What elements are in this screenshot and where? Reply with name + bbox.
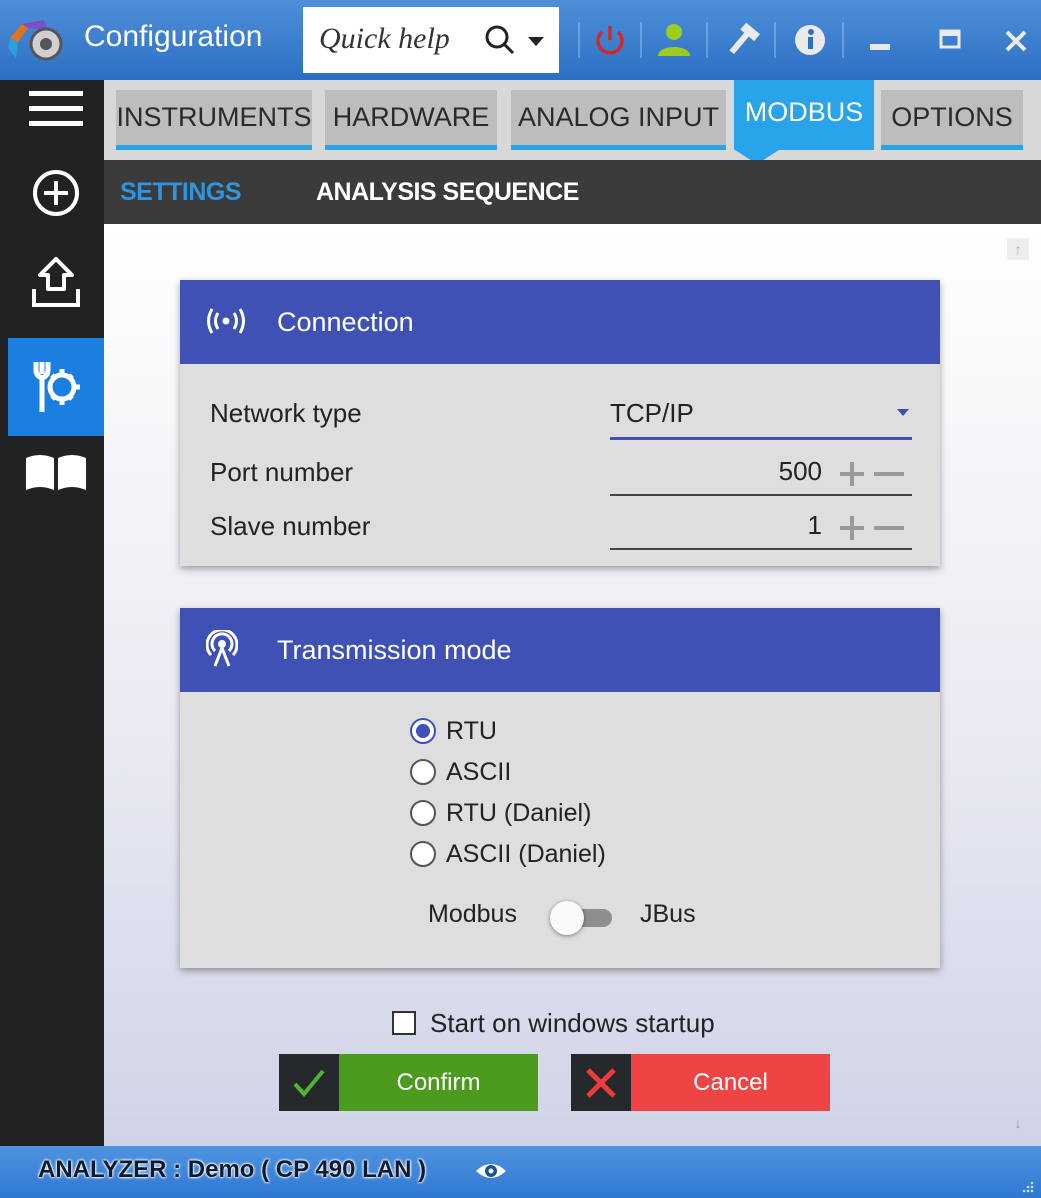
slave-number-label: Slave number [210,511,371,541]
upload-button[interactable] [8,245,104,323]
book-icon [26,455,86,490]
tab-modbus[interactable]: MODBUS [734,80,874,150]
close-icon[interactable] [1002,20,1030,60]
radio-label: RTU (Daniel) [446,798,592,827]
search-icon[interactable] [483,23,517,57]
radio-button[interactable] [410,800,436,826]
broadcast-icon [207,308,245,334]
slave-number-value: 1 [807,510,822,540]
confirm-icon-box [279,1054,339,1111]
scroll-down-arrow-icon[interactable]: ↓ [1007,1112,1029,1134]
configuration-button[interactable] [8,338,104,436]
title-bar: Configuration [0,0,1041,80]
port-number-stepper[interactable]: 500 [610,446,912,496]
quick-help-box[interactable] [303,7,559,73]
menu-icon [29,91,83,126]
decrement-icon[interactable] [872,514,906,542]
toolbar-divider [842,22,844,58]
analyzer-status: ANALYZER : Demo ( CP 490 LAN ) [38,1156,427,1183]
toolbar-divider [640,22,642,58]
eye-icon[interactable] [474,1159,508,1183]
toggle-knob[interactable] [550,901,584,935]
add-icon [33,170,79,216]
settings-tools-icon [33,362,80,412]
tab-hardware[interactable]: HARDWARE [325,90,497,150]
radio-ascii-daniel[interactable]: ASCII (Daniel) [410,835,606,873]
slave-number-underline [610,548,912,550]
radio-rtu-daniel[interactable]: RTU (Daniel) [410,794,591,832]
scroll-up-arrow-icon[interactable]: ↑ [1007,238,1029,260]
subtab-settings[interactable]: SETTINGS [120,178,242,207]
radio-button[interactable] [410,718,436,744]
tools-icon[interactable] [722,20,762,60]
checkmark-icon [293,1069,325,1097]
increment-icon[interactable] [838,460,866,488]
power-icon[interactable] [590,20,630,60]
status-bar: ANALYZER : Demo ( CP 490 LAN ) [0,1146,1041,1198]
documentation-button[interactable] [8,444,104,500]
transmission-header: Transmission mode [180,608,940,692]
main-tabs: INSTRUMENTS HARDWARE ANALOG INPUT MODBUS… [104,80,1041,164]
sidebar [0,80,104,1146]
toggle-right-label: JBus [640,900,696,928]
toolbar-divider [706,22,708,58]
startup-label: Start on windows startup [430,1007,715,1038]
increment-icon[interactable] [838,514,866,542]
connection-header: Connection [180,280,940,364]
slave-number-stepper[interactable]: 1 [610,500,912,550]
dropdown-arrow-icon [897,409,909,416]
decrement-icon[interactable] [872,460,906,488]
toolbar-divider [578,22,580,58]
port-number-label: Port number [210,457,354,487]
info-icon[interactable] [790,20,830,60]
minimize-icon[interactable] [868,20,894,60]
sub-tabs: SETTINGS ANALYSIS SEQUENCE [104,160,1041,224]
radio-button[interactable] [410,841,436,867]
port-number-value: 500 [778,456,822,486]
radio-ascii[interactable]: ASCII [410,753,511,791]
network-type-underline [610,437,912,440]
port-number-underline [610,494,912,496]
app-logo-icon [8,20,63,61]
network-type-value: TCP/IP [610,398,694,428]
radio-label: ASCII (Daniel) [446,839,606,868]
cancel-icon-box [571,1054,631,1111]
subtab-analysis-sequence[interactable]: ANALYSIS SEQUENCE [316,178,579,207]
maximize-icon[interactable] [938,20,964,60]
tab-analog-input[interactable]: ANALOG INPUT [511,90,726,150]
settings-content: ↑ Connection Network type TCP/IP Port nu… [104,224,1041,1146]
upload-icon [32,257,80,307]
startup-checkbox-row[interactable]: Start on windows startup [392,1006,715,1040]
cancel-button[interactable]: Cancel [571,1054,830,1111]
radio-label: RTU [446,716,497,745]
menu-button[interactable] [8,84,104,134]
startup-checkbox[interactable] [392,1011,416,1035]
cancel-label: Cancel [631,1054,830,1111]
transmission-card: Transmission mode RTU ASCII RTU (Daniel)… [180,608,940,968]
resize-grip-icon[interactable] [1021,1180,1035,1194]
network-type-label: Network type [210,398,362,428]
toolbar-divider [774,22,776,58]
radio-label: ASCII [446,757,512,786]
network-type-select[interactable]: TCP/IP [610,390,912,440]
radio-rtu[interactable]: RTU [410,712,497,750]
quick-help-input[interactable] [319,21,469,57]
radio-button[interactable] [410,759,436,785]
window-title: Configuration [84,20,263,53]
tab-instruments[interactable]: INSTRUMENTS [116,90,312,150]
antenna-icon [206,630,238,667]
add-button[interactable] [8,158,104,228]
chevron-down-icon[interactable] [525,31,547,51]
confirm-label: Confirm [339,1054,538,1111]
confirm-button[interactable]: Confirm [279,1054,538,1111]
user-icon[interactable] [654,20,694,60]
toggle-left-label: Modbus [428,900,517,928]
transmission-title: Transmission mode [277,635,512,665]
x-icon [586,1067,616,1098]
connection-card: Connection Network type TCP/IP Port numb… [180,280,940,566]
tab-options[interactable]: OPTIONS [881,90,1023,150]
connection-title: Connection [277,307,414,337]
